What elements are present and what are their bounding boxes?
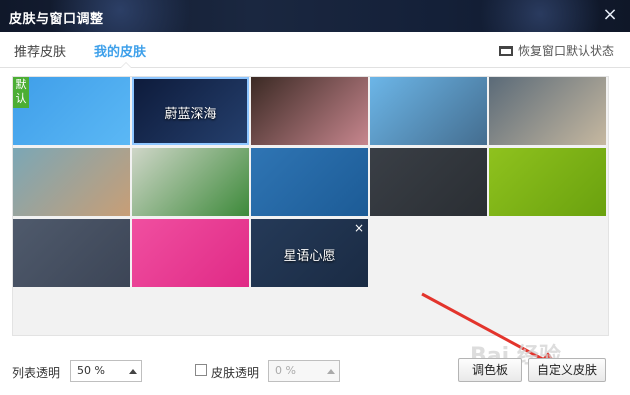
skin-thumbnail[interactable]: 默认 bbox=[13, 77, 130, 145]
list-opacity-select[interactable]: 50 % bbox=[70, 360, 142, 382]
custom-skin-button[interactable]: 自定义皮肤 bbox=[528, 358, 606, 382]
skin-thumbnail[interactable] bbox=[251, 77, 368, 145]
skin-thumbnail[interactable] bbox=[370, 77, 487, 145]
skin-opacity-select[interactable]: 0 % bbox=[268, 360, 340, 382]
skin-thumbnail[interactable] bbox=[489, 148, 606, 216]
skin-thumbnail[interactable] bbox=[132, 148, 249, 216]
tab-my-skins[interactable]: 我的皮肤 bbox=[94, 41, 146, 60]
skin-opacity-label: 皮肤透明 bbox=[211, 366, 260, 380]
bottom-bar: 列表透明 50 % 皮肤透明 0 % 调色板 自定义皮肤 bbox=[0, 350, 630, 395]
active-tab-indicator bbox=[120, 62, 132, 68]
restore-default-label: 恢复窗口默认状态 bbox=[517, 44, 614, 58]
delete-skin-icon[interactable]: × bbox=[354, 221, 364, 235]
restore-default-button[interactable]: 恢复窗口默认状态 bbox=[498, 42, 614, 59]
skin-label: 星语心愿 bbox=[283, 249, 336, 264]
window-title: 皮肤与窗口调整 bbox=[9, 12, 104, 27]
skin-thumbnail[interactable] bbox=[132, 219, 249, 287]
skin-thumbnail[interactable] bbox=[13, 219, 130, 287]
skin-thumbnail[interactable]: 蔚蓝深海 bbox=[132, 77, 249, 145]
skin-label: 蔚蓝深海 bbox=[164, 107, 217, 122]
skin-thumbnail[interactable] bbox=[370, 148, 487, 216]
default-badge: 默认 bbox=[13, 77, 29, 108]
close-icon[interactable]: × bbox=[600, 5, 620, 25]
up-arrow-icon bbox=[327, 369, 335, 374]
skin-opacity-value: 0 % bbox=[275, 364, 296, 377]
skin-opacity-checkbox[interactable] bbox=[195, 364, 207, 376]
tab-recommended-skins[interactable]: 推荐皮肤 bbox=[14, 41, 66, 60]
list-opacity-label: 列表透明 bbox=[12, 366, 61, 380]
skin-thumbnail[interactable] bbox=[13, 148, 130, 216]
palette-button[interactable]: 调色板 bbox=[458, 358, 522, 382]
up-arrow-icon bbox=[129, 369, 137, 374]
skin-thumbnail[interactable] bbox=[251, 148, 368, 216]
window-icon bbox=[498, 46, 513, 56]
title-bar: 皮肤与窗口调整 × bbox=[0, 0, 630, 32]
skin-thumbnail[interactable]: 星语心愿 × bbox=[251, 219, 368, 287]
skin-thumbnail[interactable] bbox=[489, 77, 606, 145]
list-opacity-value: 50 % bbox=[77, 364, 105, 377]
skin-grid: 默认蔚蓝深海星语心愿 × bbox=[12, 76, 609, 336]
